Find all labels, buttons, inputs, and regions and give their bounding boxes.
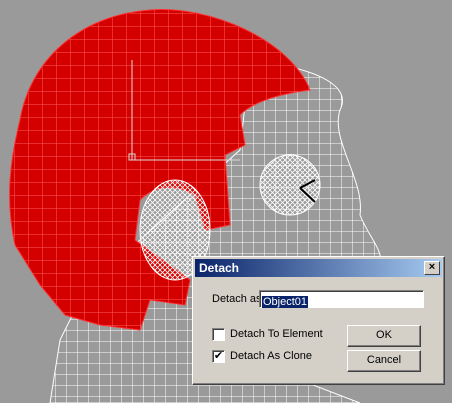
dialog-title-bar[interactable]: Detach × [195, 259, 442, 277]
dialog-title: Detach [199, 261, 240, 275]
detach-as-clone-label[interactable]: Detach As Clone [230, 350, 312, 362]
detach-as-label: Detach as: [212, 293, 265, 305]
eye-sphere [259, 154, 321, 216]
ok-button[interactable]: OK [347, 325, 421, 347]
cancel-button[interactable]: Cancel [347, 350, 421, 372]
detach-as-input[interactable]: Object01 [259, 290, 424, 308]
detach-to-element-label[interactable]: Detach To Element [230, 328, 323, 340]
close-button[interactable]: × [424, 261, 440, 275]
detach-dialog: Detach × Detach as: Object01 Detach To E… [192, 256, 445, 385]
detach-as-value: Object01 [262, 296, 309, 308]
detach-as-clone-checkbox[interactable]: ✔ [212, 350, 225, 363]
detach-to-element-checkbox[interactable] [212, 328, 225, 341]
